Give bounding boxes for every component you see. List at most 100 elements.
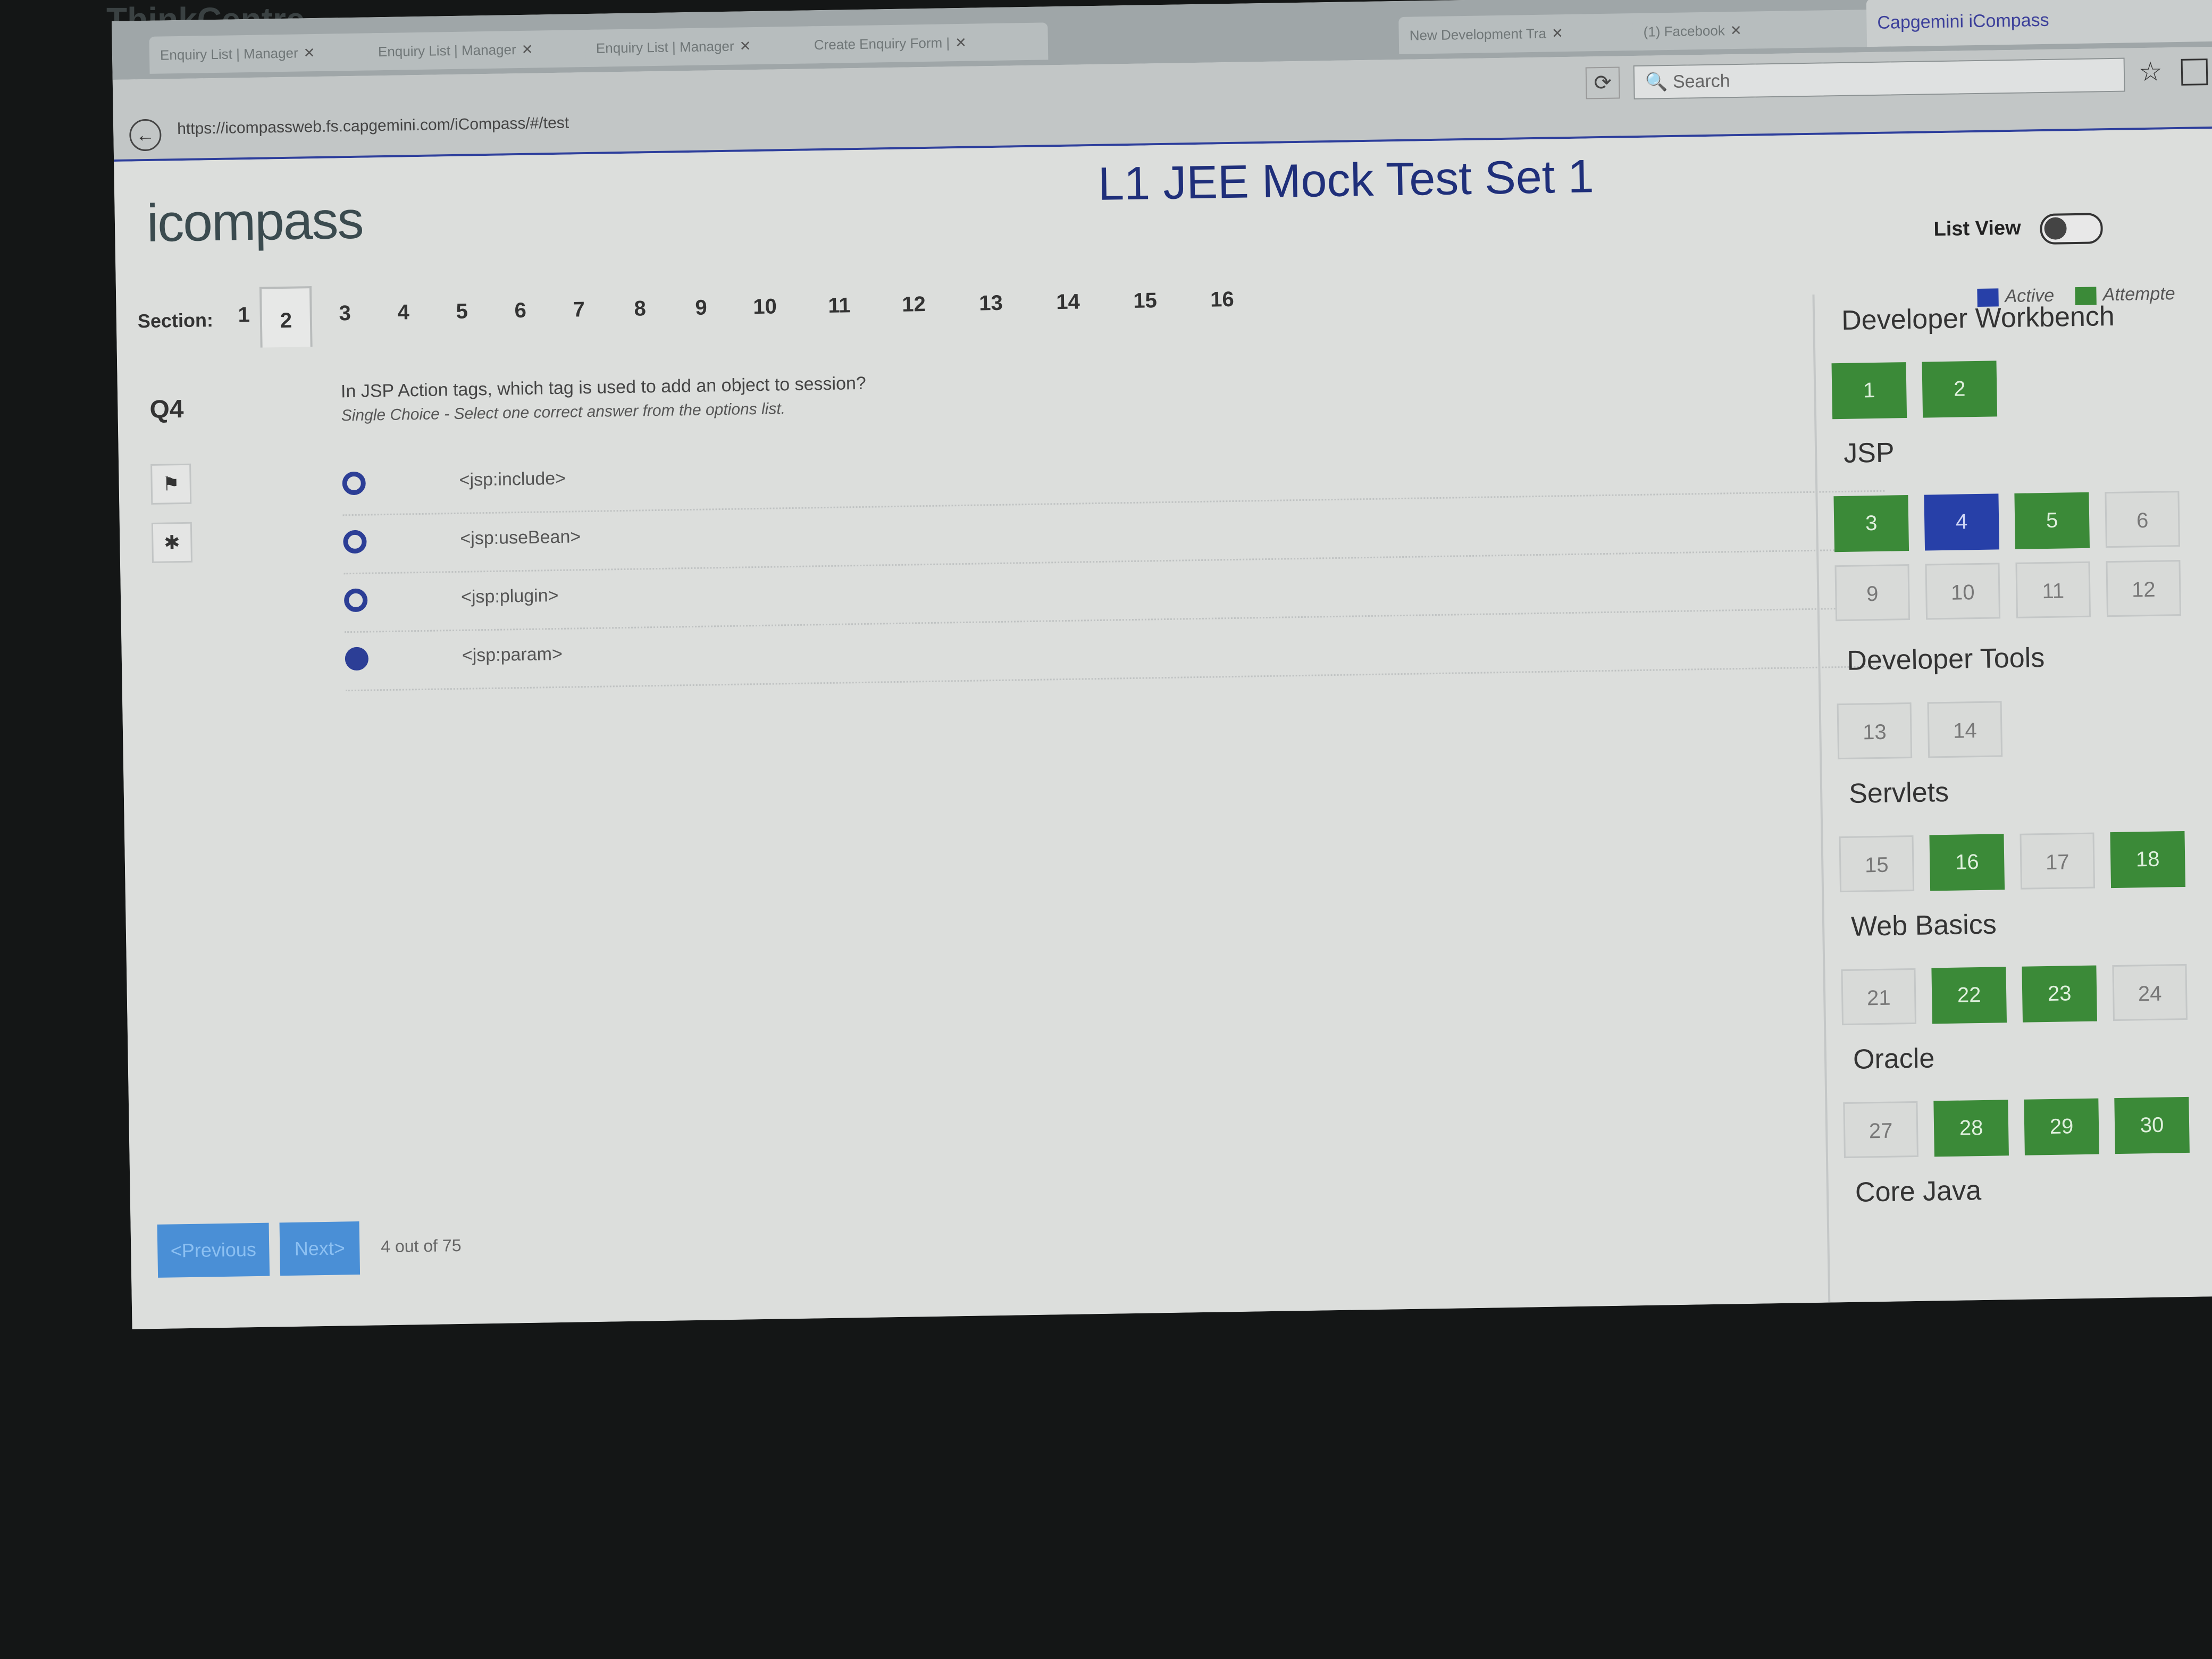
section-tab[interactable]: 1 [228,303,260,328]
question-tile[interactable]: 2 [1922,361,1998,418]
question-tile[interactable]: 17 [2020,832,2096,890]
search-placeholder: Search [1672,71,1730,92]
question-tile[interactable]: 13 [1837,702,1913,760]
question-tile[interactable]: 10 [1925,563,2001,620]
question-tile[interactable]: 5 [2014,492,2090,549]
tab-label: (1) Facebook [1643,22,1725,40]
question-tile[interactable]: 21 [1841,968,1917,1026]
section-tab[interactable]: 6 [504,299,537,323]
tab-label: Enquiry List | Manager [596,38,734,56]
question-tile[interactable]: 9 [1834,564,1911,622]
star-icon[interactable]: ✱ [151,522,193,563]
close-icon[interactable]: ✕ [1552,25,1563,41]
tab-label: Enquiry List | Manager [160,45,298,63]
question-tile[interactable]: 18 [2110,831,2186,889]
section-tab[interactable]: 9 [685,296,717,320]
section-tab[interactable]: 10 [749,295,781,319]
section-tab[interactable]: 11 [823,294,856,318]
question-tile[interactable]: 15 [1839,835,1915,893]
app-content: icompass L1 JEE Mock Test Set 1 List Vie… [114,128,2212,1329]
close-icon[interactable]: ✕ [303,45,315,61]
bookmark-star-icon[interactable]: ☆ [2139,56,2163,87]
browser-tab-active[interactable]: Capgemini iCompass [1866,0,2212,47]
browser-tab[interactable]: (1) Facebook ✕ [1632,9,1878,51]
question-count: 4 out of 75 [380,1235,462,1256]
close-icon[interactable]: ✕ [955,35,967,51]
palette-category-title: JSP [1843,437,1895,469]
palette-category-title: Core Java [1855,1175,1982,1208]
previous-button[interactable]: <Previous [157,1222,270,1278]
section-tab[interactable]: 7 [563,298,595,322]
question-tile[interactable]: 3 [1833,495,1909,552]
section-tab-current[interactable]: 2 [259,286,313,348]
browser-search-input[interactable]: 🔍 Search [1633,57,2125,100]
close-icon[interactable]: ✕ [1730,22,1742,38]
browser-tab[interactable]: Create Enquiry Form | ✕ [803,22,1049,64]
palette-category-title: Servlets [1848,776,1949,809]
question-tile[interactable]: 22 [1931,967,2007,1024]
radio-button-selected[interactable] [345,647,369,671]
palette-category-title: Web Basics [1850,909,1997,942]
app-logo: icompass [146,190,364,254]
screen: Enquiry List | Manager ✕ Enquiry List | M… [112,0,2212,1329]
question-tile[interactable]: 12 [2106,560,2182,617]
question-tile[interactable]: 11 [2015,561,2091,618]
question-number: Q4 [149,395,184,424]
question-hint: Single Choice - Select one correct answe… [341,400,786,425]
close-icon[interactable]: ✕ [739,38,751,54]
flag-icon[interactable]: ⚑ [150,463,192,505]
question-tile[interactable]: 27 [1843,1101,1918,1159]
section-tab[interactable]: 15 [1129,289,1161,313]
question-tile[interactable]: 28 [1933,1100,2009,1157]
home-icon[interactable] [2181,58,2208,86]
question-tile[interactable]: 14 [1927,701,2003,758]
list-view-toggle[interactable] [2040,213,2104,245]
tab-label: Capgemini iCompass [1877,10,2049,33]
option-label: <jsp:useBean> [460,526,581,549]
close-icon[interactable]: ✕ [521,41,533,57]
option-label: <jsp:plugin> [460,585,559,607]
radio-button[interactable] [343,530,367,554]
question-tile[interactable]: 24 [2112,963,2188,1021]
back-arrow-icon[interactable]: ← [129,119,162,152]
section-tab[interactable]: 5 [446,299,478,324]
question-tile[interactable]: 16 [1929,834,2005,891]
palette-category-title: Developer Workbench [1841,300,2115,336]
question-tile[interactable]: 6 [2105,491,2180,548]
section-tab[interactable]: 3 [329,301,361,326]
section-tab[interactable]: 16 [1206,288,1238,312]
section-tabs: Section: 1 2 3 4 5 6 7 8 9 10 11 12 13 1… [137,283,1234,348]
question-tile[interactable]: 23 [2022,965,2097,1023]
browser-tab[interactable]: Enquiry List | Manager ✕ [367,29,602,71]
reload-icon[interactable]: ⟳ [1585,66,1620,99]
section-tab[interactable]: 12 [898,292,930,317]
page-title: L1 JEE Mock Test Set 1 [1097,149,1595,210]
toggle-knob [2044,217,2067,240]
browser-tab[interactable]: New Development Tra ✕ [1398,13,1644,54]
tab-label: New Development Tra [1409,25,1547,44]
radio-button[interactable] [342,471,366,496]
tab-label: Enquiry List | Manager [378,41,516,60]
question-tile[interactable]: 30 [2114,1096,2190,1154]
palette-category-title: Developer Tools [1846,642,2045,676]
palette-category-title: Oracle [1853,1043,1935,1075]
section-tab[interactable]: 8 [624,297,656,321]
list-view-label: List View [1933,216,2021,241]
section-tab[interactable]: 4 [387,300,420,325]
browser-tab[interactable]: Enquiry List | Manager ✕ [149,32,384,74]
question-tile[interactable]: 29 [2024,1098,2099,1155]
next-button[interactable]: Next> [279,1221,361,1276]
option-label: <jsp:include> [459,468,566,490]
question-tile-active[interactable]: 4 [1924,493,2000,551]
section-tab[interactable]: 14 [1052,290,1084,314]
question-text: In JSP Action tags, which tag is used to… [340,373,867,402]
question-palette: Developer Workbench 1 2 JSP 3 4 5 6 9 10… [1812,288,2212,1329]
tab-label: Create Enquiry Form | [814,35,950,53]
section-label: Section: [137,309,214,332]
option-label: <jsp:param> [462,643,563,666]
radio-button[interactable] [343,588,368,613]
address-bar[interactable]: https://icompassweb.fs.capgemini.com/iCo… [177,114,569,139]
section-tab[interactable]: 13 [975,291,1007,316]
question-tile[interactable]: 1 [1831,362,1907,420]
browser-tab[interactable]: Enquiry List | Manager ✕ [585,26,820,68]
